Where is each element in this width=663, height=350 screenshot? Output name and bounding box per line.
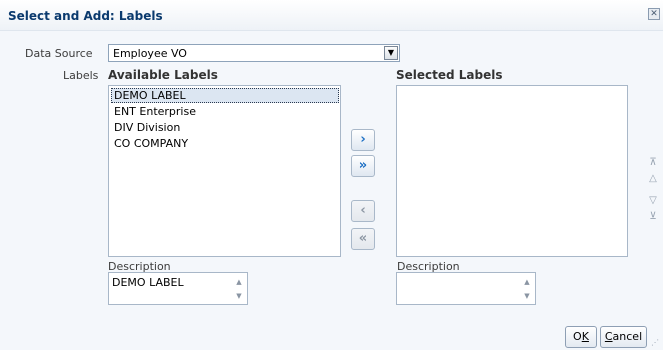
move-down-icon[interactable]: ▽	[646, 195, 660, 207]
dialog-title: Select and Add: Labels	[8, 9, 163, 23]
resize-grip-icon[interactable]: ⋰	[651, 338, 661, 348]
move-to-bottom-icon[interactable]: ⊻	[646, 211, 660, 223]
chevron-down-icon[interactable]: ▼	[384, 46, 398, 60]
available-description-field[interactable]: DEMO LABEL ▲ ▼	[108, 272, 248, 305]
selected-labels-heading: Selected Labels	[396, 68, 503, 82]
ok-button-mnemonic: K	[581, 330, 589, 343]
selected-description-field[interactable]: ▲ ▼	[396, 272, 536, 305]
selected-labels-list[interactable]	[396, 85, 628, 257]
move-all-button[interactable]: »	[351, 155, 375, 177]
close-icon[interactable]: ✕	[648, 8, 660, 20]
list-item[interactable]: CO COMPANY	[111, 136, 191, 151]
spin-down-icon[interactable]: ▼	[234, 291, 244, 301]
select-add-labels-dialog: Select and Add: Labels ✕ Data Source Emp…	[0, 0, 663, 350]
list-item[interactable]: DIV Division	[111, 120, 183, 135]
list-item[interactable]: DEMO LABEL	[111, 88, 339, 103]
data-source-label: Data Source	[25, 47, 93, 60]
ok-button[interactable]: OK	[565, 326, 597, 348]
remove-button[interactable]: ‹	[351, 200, 375, 222]
move-button[interactable]: ›	[351, 129, 375, 151]
available-description-value: DEMO LABEL	[112, 276, 184, 289]
spin-up-icon[interactable]: ▲	[234, 277, 244, 287]
cancel-button-label-suffix: ancel	[612, 330, 643, 343]
available-labels-list[interactable]: DEMO LABEL ENT Enterprise DIV Division C…	[108, 85, 341, 257]
dialog-title-bar[interactable]: Select and Add: Labels ✕	[0, 0, 663, 31]
move-to-top-icon[interactable]: ⊼	[646, 157, 660, 169]
available-labels-heading: Available Labels	[108, 68, 218, 82]
list-item[interactable]: ENT Enterprise	[111, 104, 199, 119]
data-source-value: Employee VO	[113, 47, 187, 60]
labels-field-label: Labels	[63, 69, 99, 82]
cancel-button[interactable]: Cancel	[600, 326, 647, 348]
ok-button-label-prefix: O	[573, 330, 582, 343]
spin-down-icon[interactable]: ▼	[522, 291, 532, 301]
cancel-button-mnemonic: C	[604, 330, 613, 343]
spin-up-icon[interactable]: ▲	[522, 277, 532, 287]
move-up-icon[interactable]: △	[646, 173, 660, 185]
data-source-select[interactable]: Employee VO ▼	[108, 44, 400, 62]
remove-all-button[interactable]: «	[351, 228, 375, 250]
